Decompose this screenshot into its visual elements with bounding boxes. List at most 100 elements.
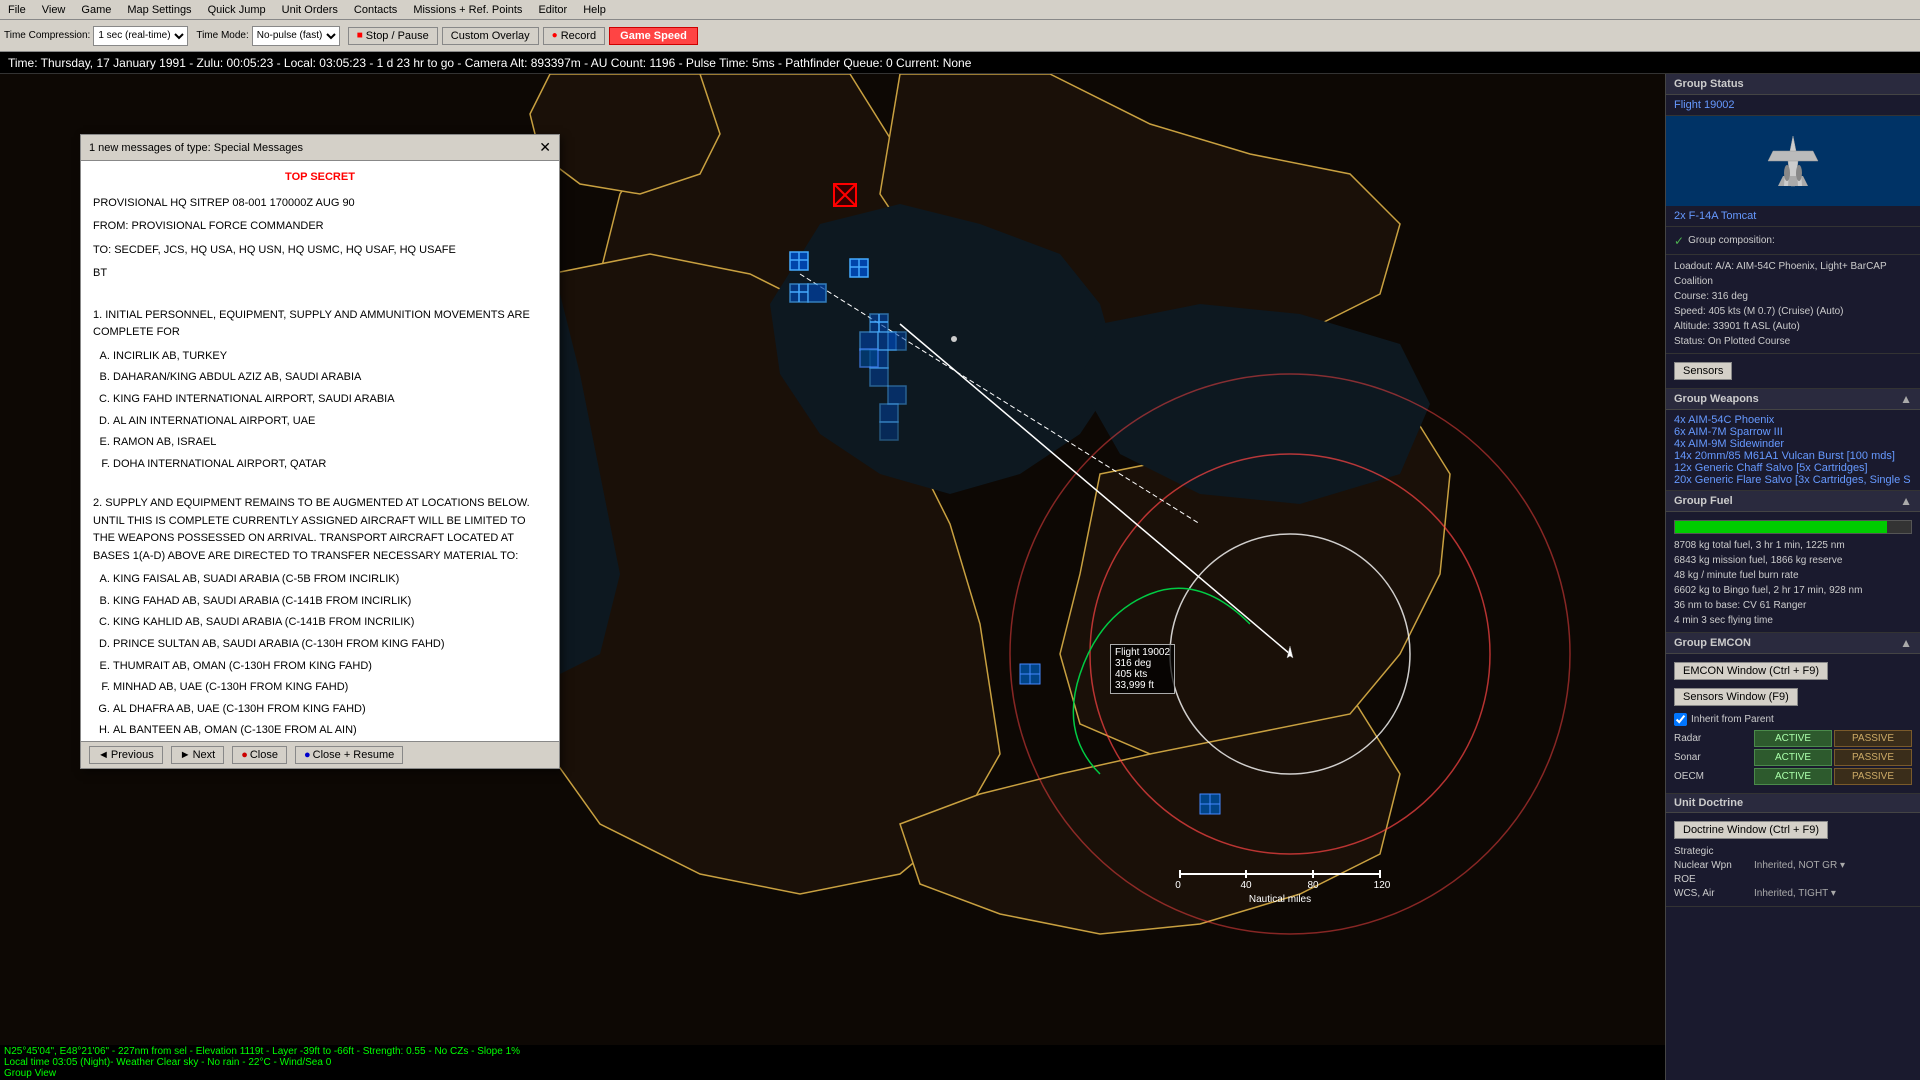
menu-missions[interactable]: Missions + Ref. Points <box>405 2 530 18</box>
menu-view[interactable]: View <box>34 2 74 18</box>
inherit-parent-checkbox[interactable] <box>1674 713 1687 726</box>
speed-text: Speed: 405 kts (M 0.7) (Cruise) (Auto) <box>1674 304 1912 319</box>
emcon-window-button[interactable]: EMCON Window (Ctrl + F9) <box>1674 662 1828 680</box>
time-compression-label: Time Compression: <box>4 30 90 41</box>
radar-passive-button[interactable]: PASSIVE <box>1834 730 1912 747</box>
list-item: AL AIN INTERNATIONAL AIRPORT, UAE <box>113 413 547 431</box>
fuel-bar-container <box>1674 520 1912 534</box>
menu-help[interactable]: Help <box>575 2 614 18</box>
section1-list: INCIRLIK AB, TURKEY DAHARAN/KING ABDUL A… <box>113 348 547 474</box>
sensors-button[interactable]: Sensors <box>1674 362 1732 380</box>
group-weapons-title: Group Weapons <box>1674 393 1759 405</box>
emcon-grid: Radar ACTIVE PASSIVE Sonar ACTIVE PASSIV… <box>1674 730 1912 785</box>
list-item: KING FAHAD AB, SAUDI ARABIA (C-141B FROM… <box>113 593 547 611</box>
list-item: KING FAISAL AB, SUADI ARABIA (C-5B FROM … <box>113 571 547 589</box>
fuel-line4: 6602 kg to Bingo fuel, 2 hr 17 min, 928 … <box>1674 583 1912 598</box>
weapon-link-0[interactable]: 4x AIM-54C Phoenix <box>1674 414 1774 426</box>
group-status-section: Group Status <box>1666 74 1920 95</box>
status-bar: Time: Thursday, 17 January 1991 - Zulu: … <box>0 52 1920 74</box>
custom-overlay-button[interactable]: Custom Overlay <box>442 27 539 45</box>
menu-file[interactable]: File <box>0 2 34 18</box>
flight-label[interactable]: Flight 19002 316 deg 405 kts 33,999 ft <box>1110 644 1175 694</box>
time-compression-select[interactable]: 1 sec (real-time) <box>93 26 188 46</box>
menu-unit-orders[interactable]: Unit Orders <box>274 2 346 18</box>
list-item: INCIRLIK AB, TURKEY <box>113 348 547 366</box>
flight-name-label: Flight 19002 <box>1115 647 1170 658</box>
fuel-collapse-button[interactable]: ▲ <box>1900 494 1912 508</box>
oecm-passive-button[interactable]: PASSIVE <box>1834 768 1912 785</box>
list-item: KING FAHD INTERNATIONAL AIRPORT, SAUDI A… <box>113 391 547 409</box>
message-popup-header: 1 new messages of type: Special Messages… <box>81 135 559 161</box>
sensors-section: Sensors <box>1666 354 1920 389</box>
map-area[interactable]: 0 40 80 120 Nautical miles 1 new message… <box>0 74 1665 1080</box>
prev-label: Previous <box>111 749 154 761</box>
wcs-air-row: WCS, Air Inherited, TIGHT ▾ <box>1674 888 1912 899</box>
group-emcon-content: EMCON Window (Ctrl + F9) Sensors Window … <box>1666 654 1920 794</box>
weapon-link-3[interactable]: 14x 20mm/85 M61A1 Vulcan Burst [100 mds] <box>1674 450 1895 462</box>
fuel-line1: 8708 kg total fuel, 3 hr 1 min, 1225 nm <box>1674 538 1912 553</box>
aircraft-image <box>1666 116 1920 206</box>
nuclear-wpn-value[interactable]: Inherited, NOT GR ▾ <box>1754 860 1845 871</box>
menu-game[interactable]: Game <box>73 2 119 18</box>
course-text: Course: 316 deg <box>1674 289 1912 304</box>
close-label: Close <box>250 749 278 761</box>
wcs-air-value[interactable]: Inherited, TIGHT ▾ <box>1754 888 1836 899</box>
doctrine-window-button[interactable]: Doctrine Window (Ctrl + F9) <box>1674 821 1828 839</box>
fuel-line6: 4 min 3 sec flying time <box>1674 613 1912 628</box>
group-weapons-header: Group Weapons ▲ <box>1666 389 1920 410</box>
weapon-link-2[interactable]: 4x AIM-9M Sidewinder <box>1674 438 1784 450</box>
close-button[interactable]: ● Close <box>232 746 287 764</box>
record-button[interactable]: ● Record <box>543 27 606 45</box>
game-speed-button[interactable]: Game Speed <box>609 27 698 45</box>
sonar-passive-button[interactable]: PASSIVE <box>1834 749 1912 766</box>
time-mode-select[interactable]: No-pulse (fast) <box>252 26 340 46</box>
menu-map-settings[interactable]: Map Settings <box>119 2 199 18</box>
emcon-collapse-button[interactable]: ▲ <box>1900 636 1912 650</box>
weapon-link-5[interactable]: 20x Generic Flare Salvo [3x Cartridges, … <box>1674 474 1911 486</box>
strategic-label: Strategic <box>1674 846 1754 857</box>
group-fuel-title: Group Fuel <box>1674 495 1733 507</box>
list-item: AL BANTEEN AB, OMAN (C-130E FROM AL AIN) <box>113 722 547 740</box>
strategic-row: Strategic <box>1674 846 1912 857</box>
radar-active-button[interactable]: ACTIVE <box>1754 730 1832 747</box>
weapon-link-1[interactable]: 6x AIM-7M Sparrow III <box>1674 426 1783 438</box>
next-button[interactable]: ► Next <box>171 746 225 764</box>
loadout-text: Loadout: A/A: AIM-54C Phoenix, Light+ Ba… <box>1674 259 1912 274</box>
flight-name-link[interactable]: Flight 19002 <box>1674 99 1735 111</box>
radar-label: Radar <box>1674 730 1752 747</box>
coords-bar: N25°45'04", E48°21'06" - 227nm from sel … <box>4 1046 1661 1057</box>
fuel-line2: 6843 kg mission fuel, 1866 kg reserve <box>1674 553 1912 568</box>
close-resume-circle-icon: ● <box>304 749 311 761</box>
message-close-button[interactable]: ✕ <box>539 139 551 156</box>
aircraft-type-link[interactable]: 2x F-14A Tomcat <box>1674 210 1756 222</box>
message-popup-footer: ◄ Previous ► Next ● Close ● Close + Resu… <box>81 741 559 768</box>
status-text: Status: On Plotted Course <box>1674 334 1912 349</box>
menu-bar: File View Game Map Settings Quick Jump U… <box>0 0 1920 20</box>
oecm-active-button[interactable]: ACTIVE <box>1754 768 1832 785</box>
fuel-line5: 36 nm to base: CV 61 Ranger <box>1674 598 1912 613</box>
weapon-link-4[interactable]: 12x Generic Chaff Salvo [5x Cartridges] <box>1674 462 1868 474</box>
view-bar: Group View <box>4 1068 1661 1079</box>
stop-pause-button[interactable]: ■ Stop / Pause <box>348 27 438 45</box>
record-dot-icon: ● <box>552 30 558 41</box>
svg-text:80: 80 <box>1307 880 1319 891</box>
sonar-active-button[interactable]: ACTIVE <box>1754 749 1832 766</box>
svg-text:120: 120 <box>1374 880 1391 891</box>
aircraft-type-section: 2x F-14A Tomcat <box>1666 206 1920 227</box>
close-resume-button[interactable]: ● Close + Resume <box>295 746 403 764</box>
list-item: KING KAHLID AB, SAUDI ARABIA (C-141B FRO… <box>113 614 547 632</box>
weapons-collapse-button[interactable]: ▲ <box>1900 392 1912 406</box>
sensors-window-button[interactable]: Sensors Window (F9) <box>1674 688 1798 706</box>
menu-quick-jump[interactable]: Quick Jump <box>200 2 274 18</box>
inherit-parent-label: Inherit from Parent <box>1691 714 1774 725</box>
inherit-parent-checkbox-row: Inherit from Parent <box>1674 713 1912 726</box>
prev-button[interactable]: ◄ Previous <box>89 746 163 764</box>
flight-name-section: Flight 19002 <box>1666 95 1920 116</box>
unit-doctrine-header: Unit Doctrine <box>1666 794 1920 813</box>
weather-bar: Local time 03:05 (Night)- Weather Clear … <box>4 1057 1661 1068</box>
right-panel: Group Status Flight 19002 <box>1665 74 1920 1080</box>
menu-contacts[interactable]: Contacts <box>346 2 405 18</box>
menu-editor[interactable]: Editor <box>530 2 575 18</box>
message-content[interactable]: TOP SECRET PROVISIONAL HQ SITREP 08-001 … <box>81 161 559 741</box>
fuel-bar <box>1675 521 1887 533</box>
